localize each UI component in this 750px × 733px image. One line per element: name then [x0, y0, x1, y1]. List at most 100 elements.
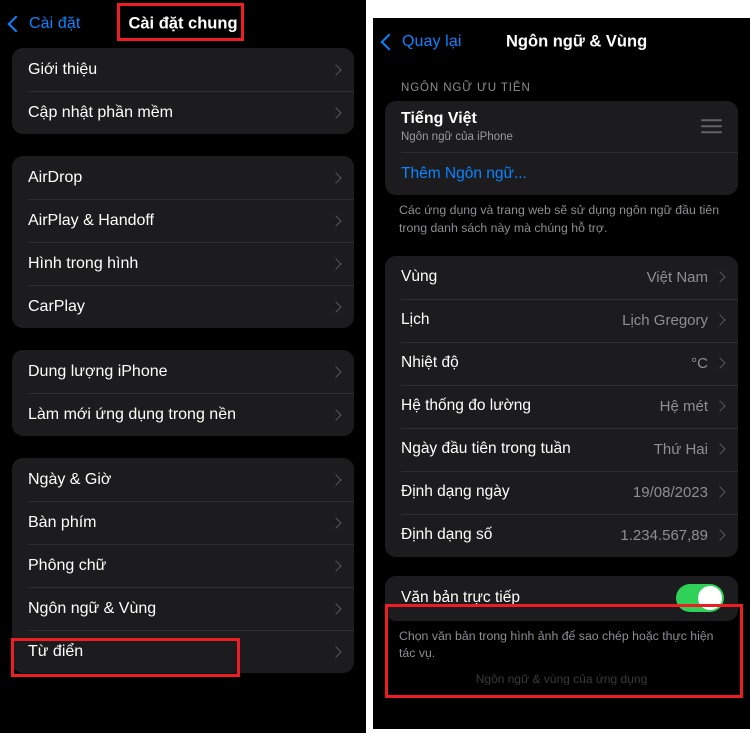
row-label: Nhiệt độ — [401, 354, 459, 372]
row-label: AirDrop — [28, 168, 83, 186]
left-navbar: Cài đặt Cài đặt chung — [0, 0, 366, 48]
sidebar-item-dictionary[interactable]: Từ điển — [12, 630, 354, 673]
row-region[interactable]: Vùng Việt Nam — [385, 256, 738, 299]
language-row-vietnamese[interactable]: Tiếng Việt Ngôn ngữ của iPhone — [385, 101, 738, 152]
settings-group-storage: Dung lượng iPhone Làm mới ứng dụng trong… — [0, 350, 366, 436]
chevron-left-icon — [7, 15, 25, 33]
sidebar-item-keyboard[interactable]: Bàn phím — [12, 501, 354, 544]
chevron-right-icon — [330, 559, 342, 572]
row-date-format[interactable]: Định dạng ngày 19/08/2023 — [385, 470, 738, 514]
settings-card: AirDrop AirPlay & Handoff Hình trong hìn… — [12, 156, 354, 328]
page-title: Cài đặt chung — [128, 14, 238, 33]
sidebar-item-airdrop[interactable]: AirDrop — [12, 156, 354, 199]
settings-card: Ngày & Giờ Bàn phím Phông chữ Ngôn ngữ &… — [12, 458, 354, 673]
sidebar-item-iphone-storage[interactable]: Dung lượng iPhone — [12, 350, 354, 393]
chevron-right-icon — [714, 271, 726, 283]
row-value: °C — [691, 354, 708, 372]
row-label: Phông chữ — [28, 556, 107, 574]
row-label: Bàn phím — [28, 513, 97, 531]
row-label: Hệ thống đo lường — [401, 397, 531, 415]
toggle-knob — [698, 586, 722, 611]
sidebar-item-date-time[interactable]: Ngày & Giờ — [12, 458, 354, 501]
settings-group-about: Giới thiệu Cập nhật phần mềm — [0, 48, 366, 134]
chevron-right-icon — [714, 357, 726, 369]
row-live-text[interactable]: Văn bản trực tiếp — [385, 576, 738, 621]
row-value: 1.234.567,89 — [620, 526, 708, 544]
language-subtitle: Ngôn ngữ của iPhone — [401, 131, 513, 143]
chevron-right-icon — [714, 443, 726, 455]
row-value: 19/08/2023 — [632, 483, 708, 501]
add-language-label: Thêm Ngôn ngữ... — [401, 164, 527, 182]
chevron-right-icon — [330, 214, 342, 227]
cut-off-row-label: Ngôn ngữ & vùng của ứng dụng — [475, 672, 648, 686]
sidebar-item-software-update[interactable]: Cập nhật phần mềm — [12, 91, 354, 134]
sidebar-item-picture-in-picture[interactable]: Hình trong hình — [12, 242, 354, 285]
region-settings-group: Vùng Việt Nam Lịch Lịch Gregory Nhiệt độ… — [373, 255, 750, 557]
live-text-card: Văn bản trực tiếp — [385, 575, 738, 621]
sidebar-item-carplay[interactable]: CarPlay — [12, 285, 354, 328]
chevron-right-icon — [330, 257, 342, 270]
chevron-right-icon — [330, 516, 342, 529]
settings-card: Dung lượng iPhone Làm mới ứng dụng trong… — [12, 350, 354, 436]
row-calendar[interactable]: Lịch Lịch Gregory — [385, 298, 738, 342]
row-value: Việt Nam — [646, 268, 708, 286]
row-label: AirPlay & Handoff — [28, 211, 154, 229]
chevron-right-icon — [330, 171, 342, 184]
reorder-handle-icon[interactable] — [701, 116, 722, 138]
row-label: Vùng — [401, 268, 438, 286]
row-label: Văn bản trực tiếp — [401, 589, 520, 607]
sidebar-item-fonts[interactable]: Phông chữ — [12, 544, 354, 587]
sidebar-item-about[interactable]: Giới thiệu — [12, 48, 354, 91]
chevron-right-icon — [330, 473, 342, 486]
row-label: Cập nhật phần mềm — [28, 103, 173, 121]
chevron-right-icon — [330, 106, 342, 119]
handle-bar — [701, 119, 722, 122]
row-value: Thứ Hai — [653, 440, 708, 458]
row-label: Ngày đầu tiên trong tuần — [401, 440, 571, 458]
live-text-footnote: Chọn văn bản trong hình ảnh để sao chép … — [399, 628, 714, 661]
general-settings-screen: Cài đặt Cài đặt chung Giới thiệu Cập nhậ… — [0, 0, 366, 733]
chevron-right-icon — [714, 314, 726, 326]
row-temperature[interactable]: Nhiệt độ °C — [385, 341, 738, 385]
row-label: Lịch — [401, 311, 430, 329]
live-text-toggle[interactable] — [676, 584, 724, 613]
chevron-right-icon — [330, 365, 342, 378]
chevron-right-icon — [330, 645, 342, 658]
row-label: Từ điển — [28, 642, 84, 660]
preferred-languages-card: Tiếng Việt Ngôn ngữ của iPhone Thêm Ngôn… — [385, 101, 738, 195]
chevron-right-icon — [330, 300, 342, 313]
sidebar-item-language-region[interactable]: Ngôn ngữ & Vùng — [12, 587, 354, 630]
settings-group-connectivity: AirDrop AirPlay & Handoff Hình trong hìn… — [0, 156, 366, 328]
row-label: CarPlay — [28, 297, 85, 315]
chevron-right-icon — [714, 486, 726, 498]
row-measurement-system[interactable]: Hệ thống đo lường Hệ mét — [385, 384, 738, 428]
chevron-right-icon — [330, 602, 342, 615]
row-number-format[interactable]: Định dạng số 1.234.567,89 — [385, 513, 738, 557]
chevron-right-icon — [330, 63, 342, 76]
back-to-settings-button[interactable]: Cài đặt — [7, 15, 80, 33]
row-label: Ngôn ngữ & Vùng — [28, 599, 157, 617]
row-label: Định dạng ngày — [401, 483, 510, 501]
row-value: Lịch Gregory — [622, 311, 708, 329]
section-header-preferred-languages: NGÔN NGỮ ƯU TIÊN — [401, 82, 531, 94]
sidebar-item-airplay-handoff[interactable]: AirPlay & Handoff — [12, 199, 354, 242]
settings-card: Giới thiệu Cập nhật phần mềm — [12, 48, 354, 134]
chevron-right-icon — [714, 529, 726, 541]
add-language-button[interactable]: Thêm Ngôn ngữ... — [385, 152, 738, 195]
back-button[interactable]: Quay lại — [380, 33, 462, 51]
sidebar-item-background-app-refresh[interactable]: Làm mới ứng dụng trong nền — [12, 393, 354, 436]
chevron-left-icon — [380, 33, 398, 51]
right-navbar: Quay lại Ngôn ngữ & Vùng — [373, 18, 750, 66]
language-name: Tiếng Việt — [401, 110, 477, 127]
language-region-screen: Quay lại Ngôn ngữ & Vùng NGÔN NGỮ ƯU TIÊ… — [373, 18, 750, 729]
chevron-right-icon — [714, 400, 726, 412]
handle-bar — [701, 131, 722, 134]
row-first-day-of-week[interactable]: Ngày đầu tiên trong tuần Thứ Hai — [385, 427, 738, 471]
page-title: Ngôn ngữ & Vùng — [505, 32, 648, 51]
region-settings-card: Vùng Việt Nam Lịch Lịch Gregory Nhiệt độ… — [385, 255, 738, 557]
screenshot-root: Cài đặt Cài đặt chung Giới thiệu Cập nhậ… — [0, 0, 750, 733]
row-label: Giới thiệu — [28, 60, 98, 78]
row-label: Hình trong hình — [28, 254, 139, 272]
row-label: Ngày & Giờ — [28, 470, 112, 488]
handle-bar — [701, 125, 722, 128]
